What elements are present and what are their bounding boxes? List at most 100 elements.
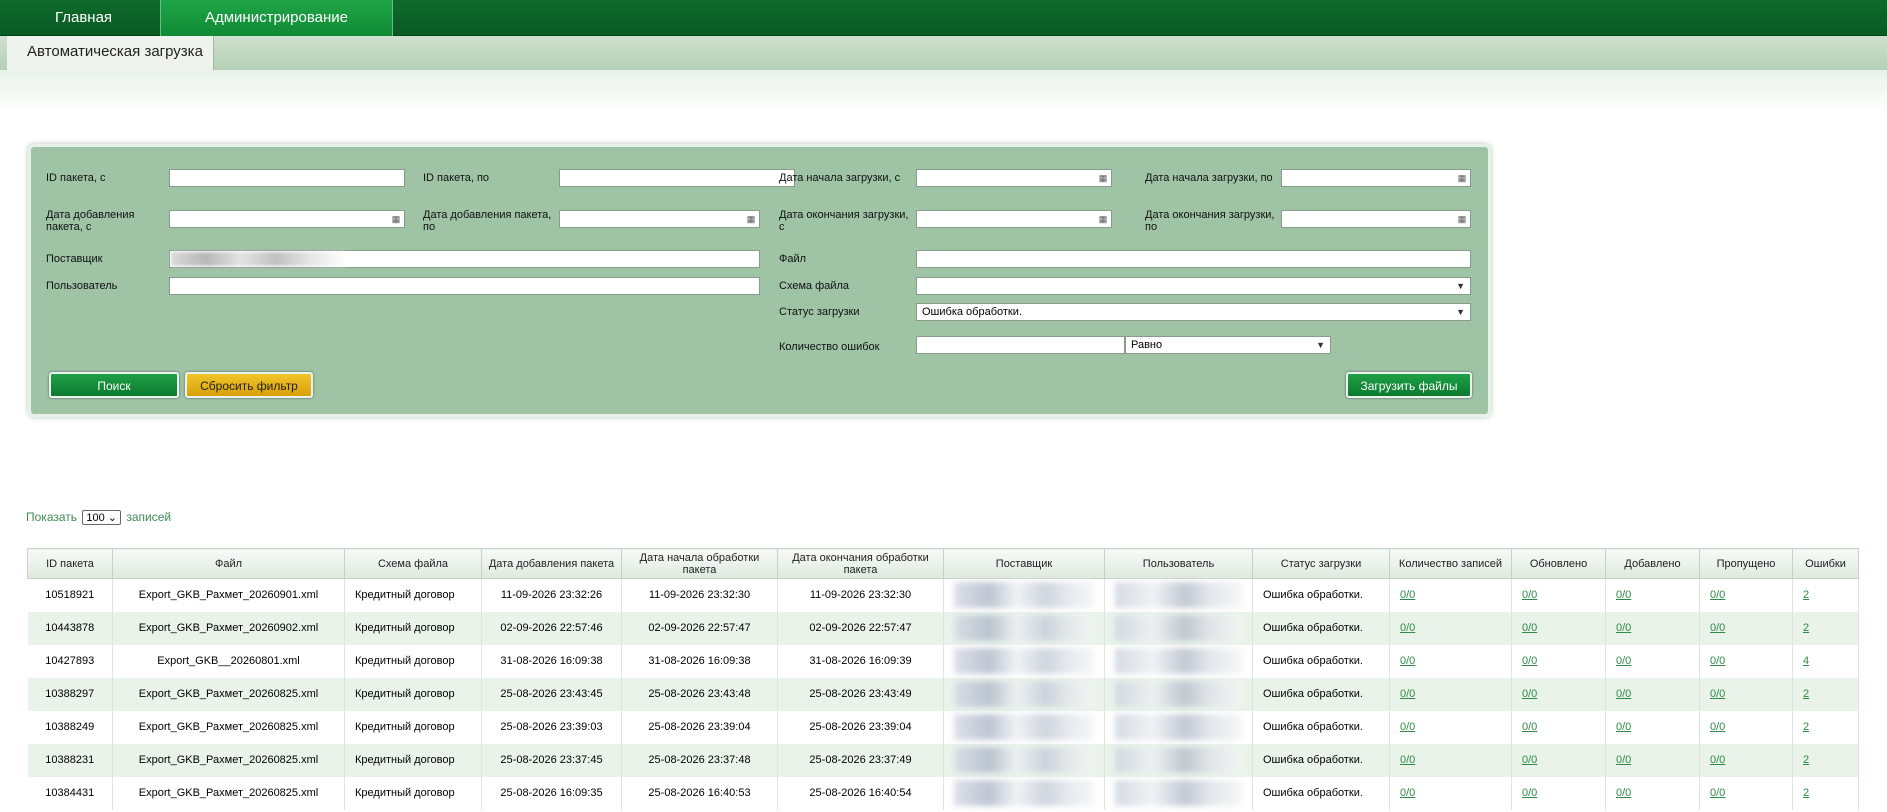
cell-link-errors[interactable]: 4 [1803,655,1809,667]
cell-link-updated[interactable]: 0/0 [1522,688,1537,700]
label-end-to: Дата окончания загрузки, по [1145,209,1275,233]
errors-count-input[interactable] [916,336,1125,354]
calendar-icon[interactable]: ▦ [1097,213,1109,225]
cell-count: 0/0 [1389,677,1512,711]
cell-added: 11-09-2026 23:32:26 [481,578,622,612]
id-to-input[interactable] [559,169,795,187]
added-from-input[interactable]: ▦ [169,210,405,228]
page-length-select[interactable]: 100 ⌄ [82,510,121,525]
cell-link-errors[interactable]: 2 [1803,754,1809,766]
cell-link-count[interactable]: 0/0 [1400,589,1415,601]
cell-link-updated[interactable]: 0/0 [1522,589,1537,601]
cell-file: Export_GKB_Рахмет_20260901.xml [112,578,345,612]
search-button[interactable]: Поиск [49,372,179,398]
cell-updated: 0/0 [1511,776,1606,810]
cell-link-skipped[interactable]: 0/0 [1710,589,1725,601]
calendar-icon[interactable]: ▦ [1456,213,1468,225]
table-row[interactable]: 10388297 Export_GKB_Рахмет_20260825.xml Кр… [27,677,1859,711]
cell-link-errors[interactable]: 2 [1803,688,1809,700]
cell-link-skipped[interactable]: 0/0 [1710,721,1725,733]
table-row[interactable]: 10384431 Export_GKB_Рахмет_20260825.xml Кр… [27,776,1859,810]
cell-link-skipped[interactable]: 0/0 [1710,688,1725,700]
cell-link-count[interactable]: 0/0 [1400,721,1415,733]
cell-link-errors[interactable]: 2 [1803,622,1809,634]
calendar-icon[interactable]: ▦ [745,213,757,225]
cell-link-count[interactable]: 0/0 [1400,622,1415,634]
cell-link-count[interactable]: 0/0 [1400,787,1415,799]
cell-link-errors[interactable]: 2 [1803,721,1809,733]
schema-select[interactable]: ▼ [916,277,1471,295]
nav-tab-home[interactable]: Главная [7,0,160,36]
cell-link-skipped[interactable]: 0/0 [1710,622,1725,634]
cell-link-inserted[interactable]: 0/0 [1616,787,1631,799]
table-row[interactable]: 10443878 Export_GKB_Рахмет_20260902.xml Кр… [27,611,1859,645]
table-row[interactable]: 10388231 Export_GKB_Рахмет_20260825.xml Кр… [27,743,1859,777]
end-to-input[interactable]: ▦ [1281,210,1471,228]
subtab-auto-upload[interactable]: Автоматическая загрузка [7,36,214,70]
cell-link-inserted[interactable]: 0/0 [1616,688,1631,700]
label-added-to: Дата добавления пакета, по [423,209,552,233]
column-header[interactable]: Дата окончания обработки пакета [777,548,944,579]
file-input[interactable] [916,250,1471,268]
start-to-input[interactable]: ▦ [1281,169,1471,187]
cell-link-inserted[interactable]: 0/0 [1616,754,1631,766]
column-header[interactable]: Количество записей [1389,548,1512,579]
added-to-input[interactable]: ▦ [559,210,760,228]
nav-tab-admin[interactable]: Администрирование [160,0,393,36]
reset-filter-button[interactable]: Сбросить фильтр [185,372,313,398]
cell-link-updated[interactable]: 0/0 [1522,787,1537,799]
status-select[interactable]: Ошибка обработки. ▼ [916,303,1471,321]
cell-link-skipped[interactable]: 0/0 [1710,787,1725,799]
table-row[interactable]: 10518921 Export_GKB_Рахмет_20260901.xml Кр… [27,578,1859,612]
upload-files-button[interactable]: Загрузить файлы [1346,372,1472,398]
table-row[interactable]: 10388249 Export_GKB_Рахмет_20260825.xml Кр… [27,710,1859,744]
id-from-input[interactable] [169,169,405,187]
cell-start: 25-08-2026 16:40:53 [621,776,778,810]
cell-skipped: 0/0 [1699,743,1793,777]
compare-select[interactable]: Равно ▼ [1125,336,1331,354]
label-status: Статус загрузки [779,306,860,318]
user-input[interactable] [169,277,760,295]
cell-link-inserted[interactable]: 0/0 [1616,721,1631,733]
start-from-input[interactable]: ▦ [916,169,1112,187]
cell-link-updated[interactable]: 0/0 [1522,622,1537,634]
column-header[interactable]: Статус загрузки [1252,548,1390,579]
cell-link-errors[interactable]: 2 [1803,787,1809,799]
column-header[interactable]: Добавлено [1605,548,1700,579]
supplier-input[interactable] [169,250,760,268]
column-header[interactable]: Пропущено [1699,548,1793,579]
end-from-input[interactable]: ▦ [916,210,1112,228]
cell-link-skipped[interactable]: 0/0 [1710,754,1725,766]
chevron-down-icon: ⌄ [107,512,117,524]
column-header[interactable]: Дата добавления пакета [481,548,622,579]
cell-link-count[interactable]: 0/0 [1400,655,1415,667]
calendar-icon[interactable]: ▦ [1456,172,1468,184]
cell-link-updated[interactable]: 0/0 [1522,655,1537,667]
cell-user [1104,743,1253,777]
cell-link-count[interactable]: 0/0 [1400,688,1415,700]
redacted-value [1115,648,1242,674]
column-header[interactable]: Дата начала обработки пакета [621,548,778,579]
cell-updated: 0/0 [1511,578,1606,612]
cell-errors: 2 [1792,677,1859,711]
calendar-icon[interactable]: ▦ [1097,172,1109,184]
cell-link-skipped[interactable]: 0/0 [1710,655,1725,667]
cell-updated: 0/0 [1511,611,1606,645]
cell-link-count[interactable]: 0/0 [1400,754,1415,766]
column-header[interactable]: Схема файла [344,548,482,579]
column-header[interactable]: Файл [112,548,345,579]
cell-link-errors[interactable]: 2 [1803,589,1809,601]
column-header[interactable]: Поставщик [943,548,1105,579]
cell-link-inserted[interactable]: 0/0 [1616,655,1631,667]
cell-added: 25-08-2026 23:39:03 [481,710,622,744]
column-header[interactable]: ID пакета [27,548,113,579]
table-row[interactable]: 10427893 Export_GKB__20260801.xml Кредитны… [27,644,1859,678]
cell-link-updated[interactable]: 0/0 [1522,721,1537,733]
column-header[interactable]: Пользователь [1104,548,1253,579]
cell-link-inserted[interactable]: 0/0 [1616,589,1631,601]
calendar-icon[interactable]: ▦ [390,213,402,225]
cell-link-inserted[interactable]: 0/0 [1616,622,1631,634]
cell-link-updated[interactable]: 0/0 [1522,754,1537,766]
column-header[interactable]: Обновлено [1511,548,1606,579]
column-header[interactable]: Ошибки [1792,548,1859,579]
